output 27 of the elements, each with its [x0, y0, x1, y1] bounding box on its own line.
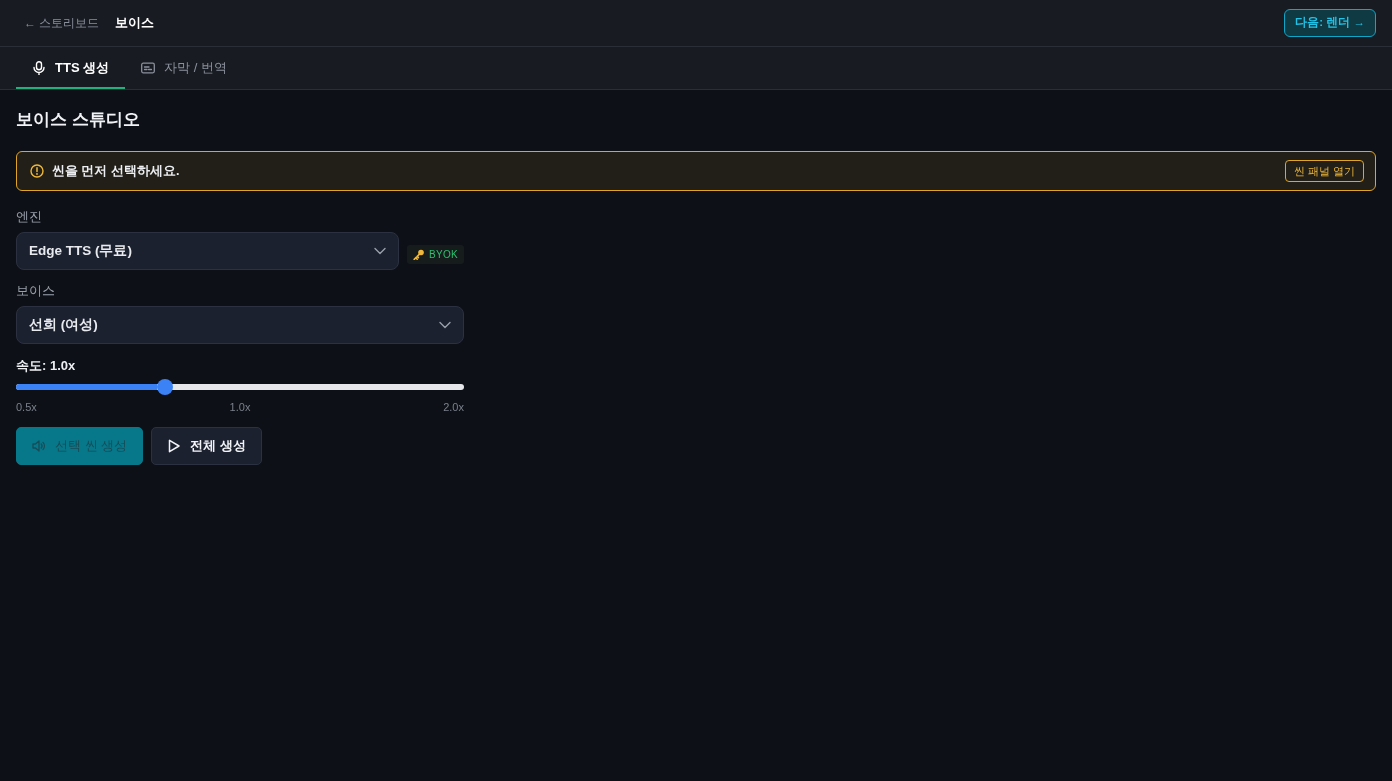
field-label: 보이스	[16, 282, 55, 300]
open-panel-button[interactable]: 씬 패널 열기	[1284, 159, 1364, 183]
alert-message: 씬을 먼저 선택하세요.	[52, 162, 180, 180]
microphone-icon	[32, 61, 46, 75]
field-label: 엔진	[16, 208, 42, 226]
page-heading: 보이스	[115, 14, 155, 33]
speed-label: 속도: 1.0x	[16, 357, 76, 375]
tick-label: 1.0x	[229, 400, 251, 414]
voice-select[interactable]: 선희 (여성)	[16, 306, 464, 344]
speaker-icon	[32, 439, 46, 453]
chevron-down-icon	[374, 247, 386, 255]
next-button[interactable]: 다음: 렌더 →	[1284, 9, 1376, 37]
section-title: 보이스 스튜디오	[16, 109, 140, 130]
chevron-down-icon	[439, 321, 451, 329]
generate-all-button[interactable]: 전체 생성	[151, 427, 262, 465]
warning-icon	[30, 164, 44, 178]
key-icon	[413, 249, 424, 260]
tick-label: 2.0x	[443, 400, 464, 414]
subtitles-icon	[141, 61, 156, 75]
back-link[interactable]: ← 스토리보드	[24, 14, 100, 32]
engine-select[interactable]: Edge TTS (무료)	[16, 232, 399, 270]
byok-badge: BYOK	[407, 245, 464, 264]
tab[interactable]: 자막 / 번역	[125, 47, 243, 89]
play-icon	[167, 439, 182, 453]
tick-label: 0.5x	[16, 400, 37, 414]
tab[interactable]: TTS 생성	[16, 47, 126, 89]
slider-thumb[interactable]	[157, 379, 174, 395]
